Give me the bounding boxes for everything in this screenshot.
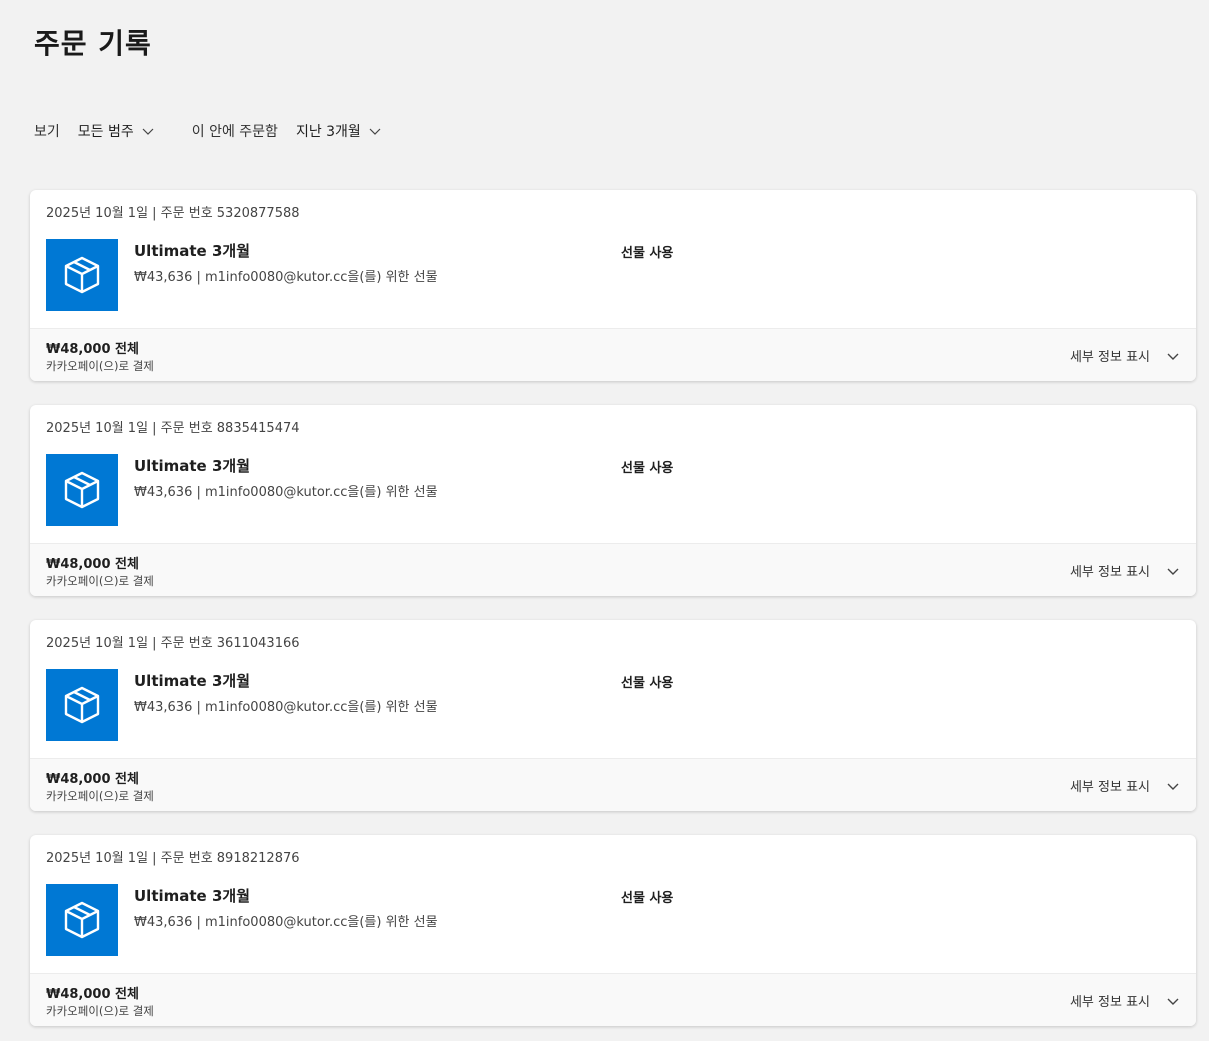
order-header: 2025년 10월 1일 | 주문 번호 8918212876 [46,851,300,866]
product-price-recipient: ₩43,636 | m1info0080@kutor.cc을(를) 위한 선물 [134,485,438,500]
redeem-gift-link[interactable]: 선물 사용 [621,242,673,261]
show-details-button[interactable]: 세부 정보 표시 [1070,776,1180,795]
order-card: 2025년 10월 1일 | 주문 번호 8918212876 Ultimate… [30,835,1196,1026]
product-tile [46,669,118,741]
show-details-label: 세부 정보 표시 [1069,995,1150,1010]
ordered-within-label: 이 안에 주문함 [191,124,278,140]
order-header: 2025년 10월 1일 | 주문 번호 5320877588 [46,206,300,221]
show-details-label: 세부 정보 표시 [1069,350,1150,365]
chevron-down-icon [142,128,154,135]
show-details-button[interactable]: 세부 정보 표시 [1070,346,1180,365]
order-card: 2025년 10월 1일 | 주문 번호 3611043166 Ultimate… [30,620,1196,811]
product-tile [46,454,118,526]
show-details-label: 세부 정보 표시 [1069,565,1150,580]
product-name: Ultimate 3개월 [134,672,250,690]
package-box-icon [64,686,100,724]
view-label: 보기 [34,124,60,140]
category-dropdown[interactable]: 모든 범주 [78,121,154,141]
redeem-gift-link[interactable]: 선물 사용 [621,887,673,906]
order-total: ₩48,000 전체 [46,342,139,357]
show-details-button[interactable]: 세부 정보 표시 [1070,561,1180,580]
product-tile [46,239,118,311]
order-card: 2025년 10월 1일 | 주문 번호 8835415474 Ultimate… [30,405,1196,596]
filter-bar: 보기 모든 범주 이 안에 주문함 지난 3개월 [34,121,381,141]
order-footer: ₩48,000 전체 카카오페이(으)로 결제 세부 정보 표시 [30,328,1196,381]
product-name: Ultimate 3개월 [134,242,250,260]
product-name: Ultimate 3개월 [134,457,250,475]
period-dropdown-value: 지난 3개월 [295,124,361,140]
show-details-label: 세부 정보 표시 [1069,780,1150,795]
order-footer: ₩48,000 전체 카카오페이(으)로 결제 세부 정보 표시 [30,973,1196,1026]
order-list: 2025년 10월 1일 | 주문 번호 5320877588 Ultimate… [30,190,1196,1041]
product-price-recipient: ₩43,636 | m1info0080@kutor.cc을(를) 위한 선물 [134,915,438,930]
order-total: ₩48,000 전체 [46,772,139,787]
order-header: 2025년 10월 1일 | 주문 번호 8835415474 [46,421,300,436]
chevron-down-icon [1167,998,1179,1005]
product-price-recipient: ₩43,636 | m1info0080@kutor.cc을(를) 위한 선물 [134,270,438,285]
package-box-icon [64,901,100,939]
order-footer: ₩48,000 전체 카카오페이(으)로 결제 세부 정보 표시 [30,758,1196,811]
order-footer: ₩48,000 전체 카카오페이(으)로 결제 세부 정보 표시 [30,543,1196,596]
show-details-button[interactable]: 세부 정보 표시 [1070,991,1180,1010]
payment-method: 카카오페이(으)로 결제 [46,359,154,373]
page-title: 주문 기록 [34,27,152,60]
payment-method: 카카오페이(으)로 결제 [46,789,154,803]
product-name: Ultimate 3개월 [134,887,250,905]
order-header: 2025년 10월 1일 | 주문 번호 3611043166 [46,636,300,651]
payment-method: 카카오페이(으)로 결제 [46,1004,154,1018]
product-tile [46,884,118,956]
period-dropdown[interactable]: 지난 3개월 [296,121,381,141]
order-total: ₩48,000 전체 [46,987,139,1002]
chevron-down-icon [1167,568,1179,575]
package-box-icon [64,256,100,294]
category-dropdown-value: 모든 범주 [77,124,134,140]
chevron-down-icon [1167,783,1179,790]
product-price-recipient: ₩43,636 | m1info0080@kutor.cc을(를) 위한 선물 [134,700,438,715]
chevron-down-icon [369,128,381,135]
redeem-gift-link[interactable]: 선물 사용 [621,457,673,476]
payment-method: 카카오페이(으)로 결제 [46,574,154,588]
order-card: 2025년 10월 1일 | 주문 번호 5320877588 Ultimate… [30,190,1196,381]
chevron-down-icon [1167,353,1179,360]
redeem-gift-link[interactable]: 선물 사용 [621,672,673,691]
package-box-icon [64,471,100,509]
order-total: ₩48,000 전체 [46,557,139,572]
